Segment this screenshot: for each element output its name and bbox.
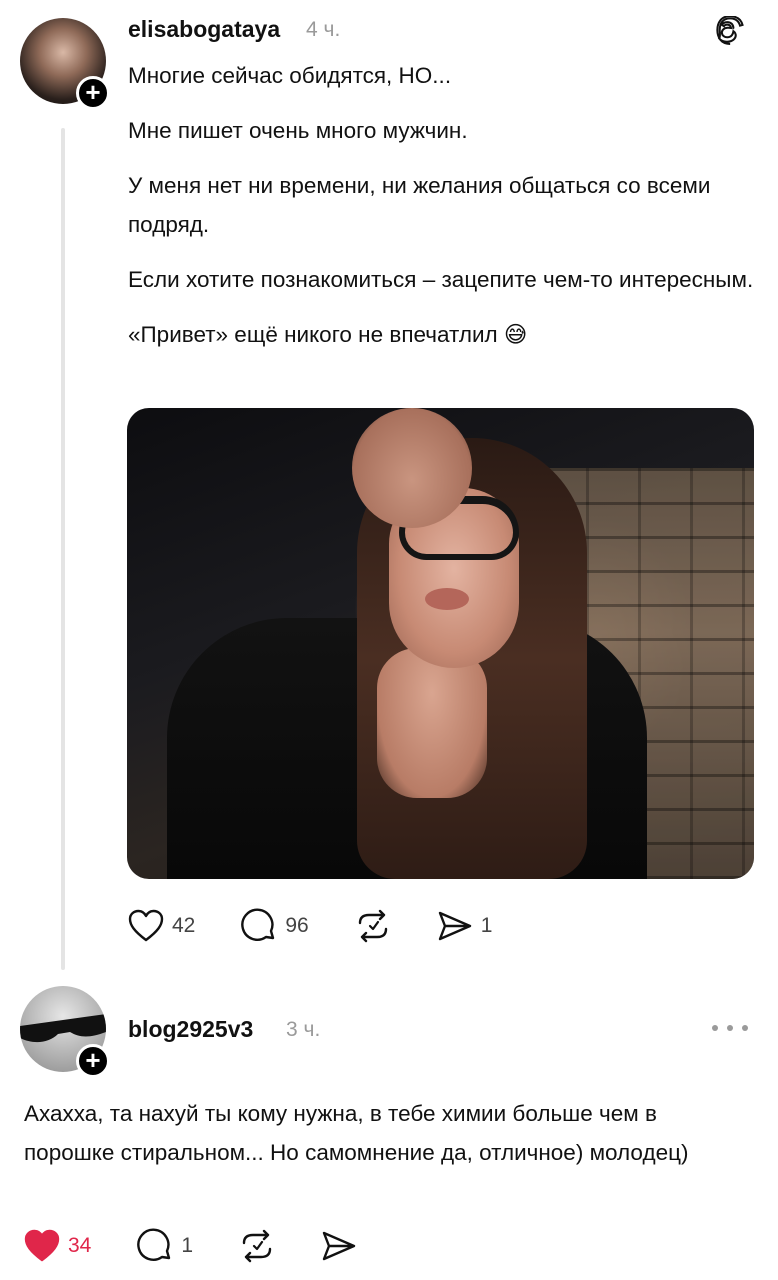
heart-icon: [128, 909, 164, 942]
follow-plus-icon[interactable]: +: [76, 76, 110, 110]
thread-line: [61, 128, 65, 970]
more-dots-icon[interactable]: [712, 1018, 748, 1038]
photo-arm: [352, 408, 472, 528]
like-count: 34: [68, 1234, 92, 1257]
send-icon: [438, 911, 471, 941]
comment-icon: [241, 908, 275, 941]
post-paragraph: «Привет» ещё никого не впечатлил 😅: [128, 322, 528, 347]
post-photo[interactable]: [127, 408, 754, 879]
reply-count: 1: [181, 1234, 194, 1257]
like-count: 42: [172, 914, 196, 937]
reply-actions: 34 1: [24, 1226, 403, 1266]
reply-button[interactable]: 1: [137, 1228, 193, 1264]
reply-time: 3 ч.: [286, 1018, 321, 1041]
post-paragraph: Если хотите познакомиться – зацепите чем…: [128, 267, 754, 292]
repost-button[interactable]: [239, 1229, 275, 1263]
reply-count: 96: [285, 914, 309, 937]
post-paragraph: Многие сейчас обидятся, НО...: [128, 63, 452, 88]
post-paragraph: Мне пишет очень много мужчин.: [128, 118, 468, 143]
post-body: Многие сейчас обидятся, НО... Мне пишет …: [128, 56, 758, 370]
author-username[interactable]: elisabogataya: [128, 16, 280, 43]
repost-button[interactable]: [355, 909, 391, 943]
comment-icon: [137, 1228, 171, 1261]
photo-neck: [377, 648, 487, 798]
follow-plus-icon[interactable]: +: [76, 1044, 110, 1078]
photo-lips: [425, 588, 469, 610]
repost-icon: [242, 1229, 272, 1263]
share-count: 1: [480, 914, 493, 937]
send-icon: [322, 1231, 356, 1261]
post-time: 4 ч.: [306, 18, 341, 41]
repost-icon: [358, 909, 387, 943]
heart-icon: [24, 1229, 60, 1262]
reply-author-username[interactable]: blog2925v3: [128, 1016, 253, 1043]
post-paragraph: У меня нет ни времени, ни желания общать…: [128, 173, 711, 237]
like-button[interactable]: 34: [24, 1229, 91, 1263]
reply-body: Ахахха, та нахуй ты кому нужна, в тебе х…: [24, 1101, 689, 1165]
share-button[interactable]: [321, 1229, 357, 1263]
post-actions: 42 96 1: [128, 906, 538, 946]
threads-logo-icon[interactable]: [714, 15, 746, 48]
share-button[interactable]: 1: [437, 909, 493, 943]
reply-button[interactable]: 96: [241, 908, 309, 944]
like-button[interactable]: 42: [128, 909, 195, 943]
